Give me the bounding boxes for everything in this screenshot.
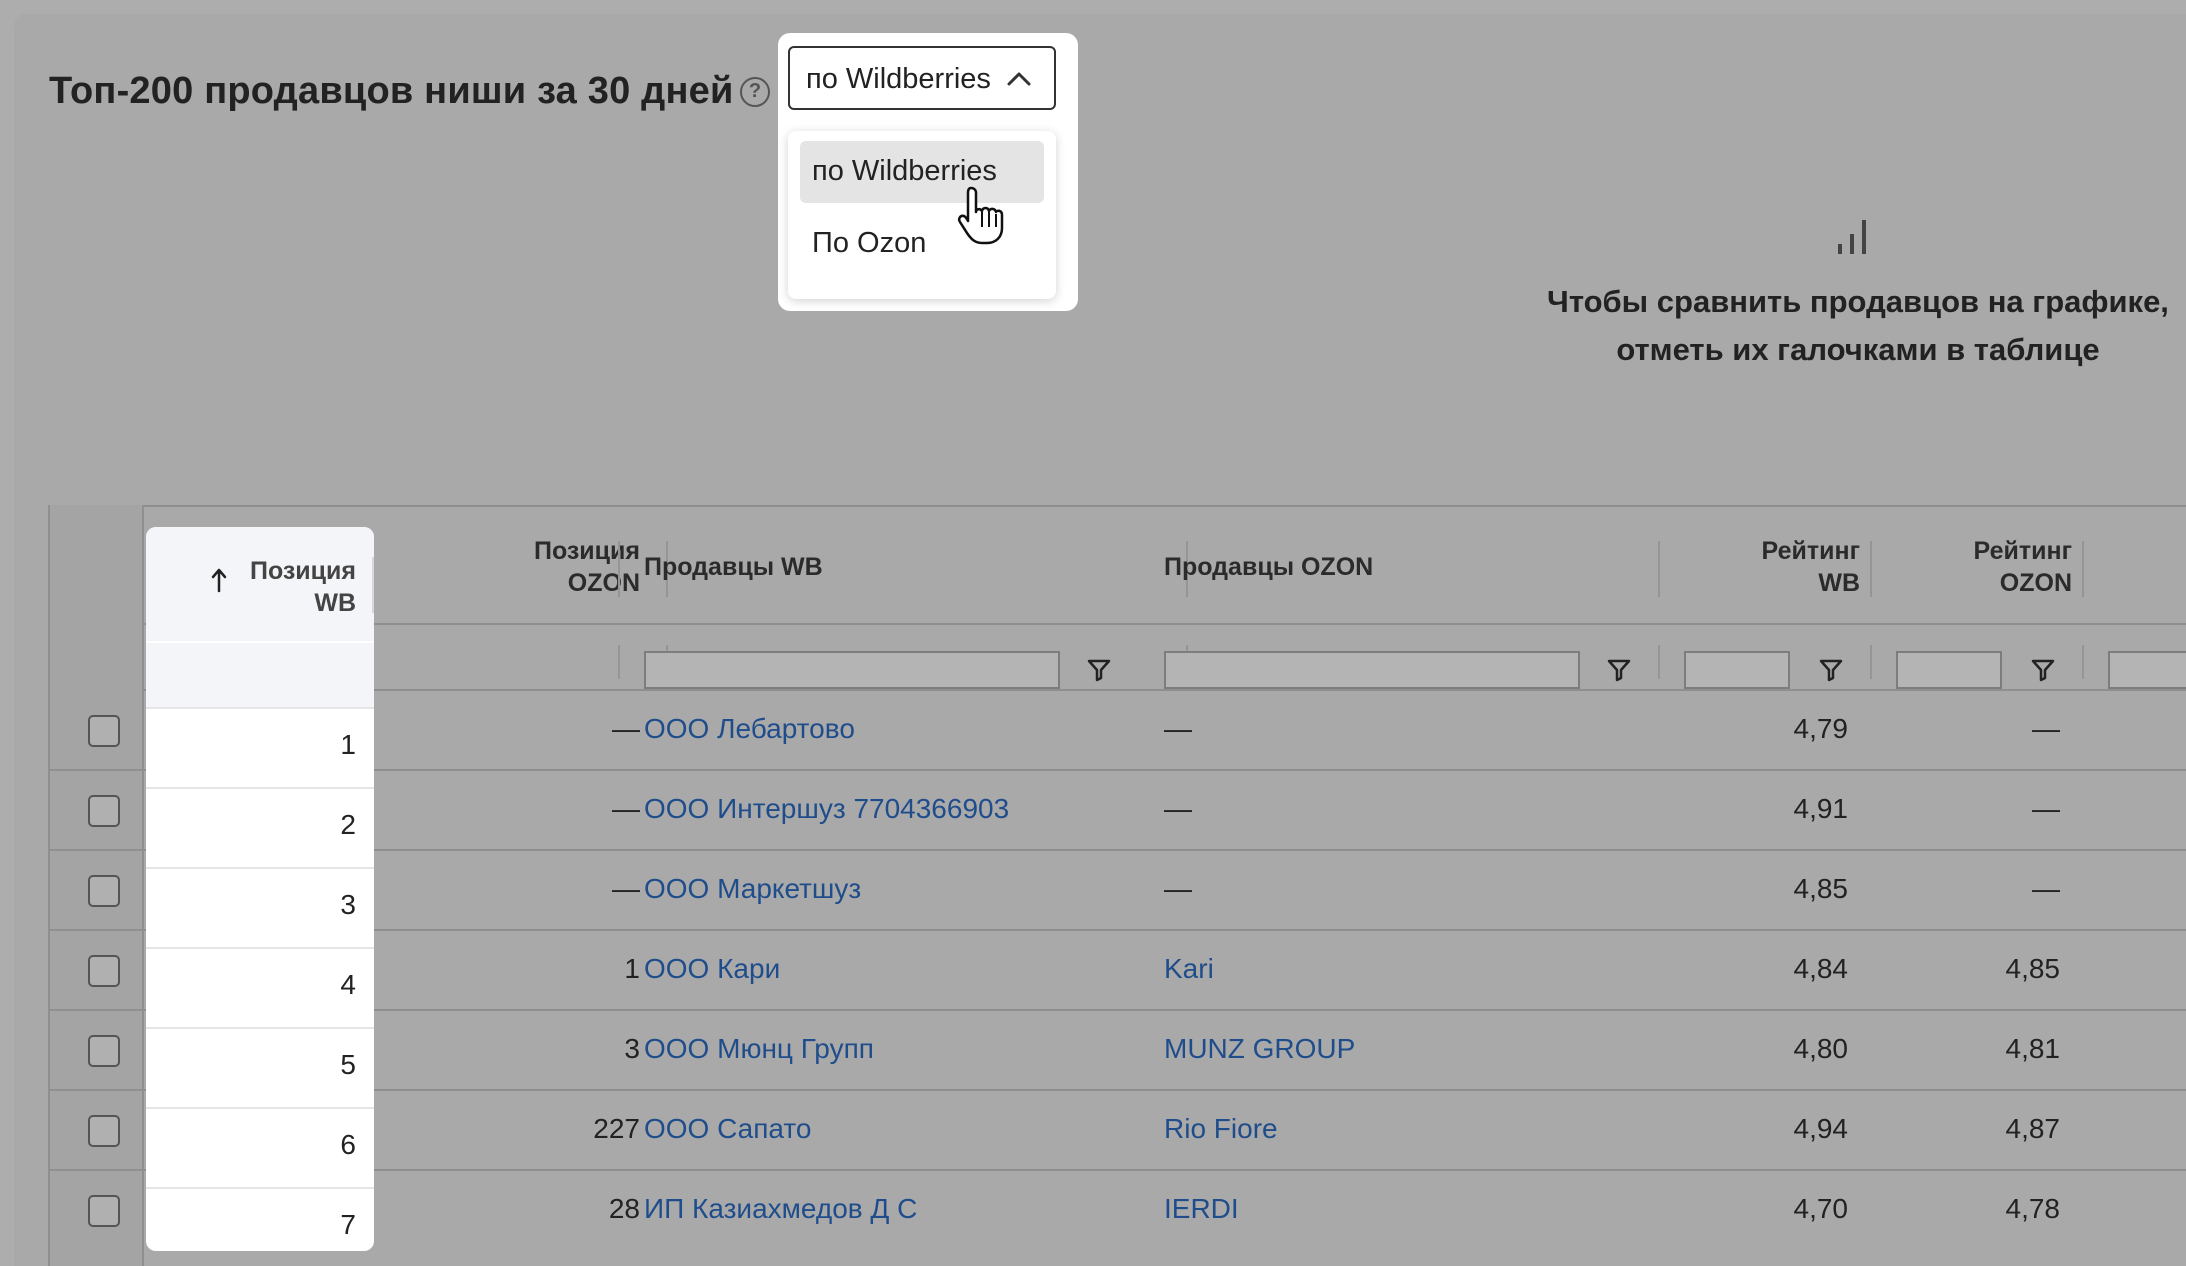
filter-input-sellers-ozon[interactable]	[1164, 651, 1580, 689]
row-checkbox[interactable]	[88, 1195, 120, 1227]
filter-input-sellers-wb[interactable]	[644, 651, 1060, 689]
arrow-up-icon[interactable]	[210, 567, 228, 593]
column-pos-wb-highlight: Позиция WB 1 2 3 4 5 6 7	[146, 527, 374, 1251]
col-pos-ozon[interactable]: Позиция OZON	[448, 535, 640, 599]
col-pos-wb-filter	[146, 643, 374, 707]
marketplace-select[interactable]: по Wildberries	[788, 46, 1056, 110]
row-checkbox[interactable]	[88, 715, 120, 747]
seller-wb-link[interactable]: ООО Сапато	[644, 1113, 811, 1145]
seller-wb-link[interactable]: ООО Кари	[644, 953, 780, 985]
row-checkbox[interactable]	[88, 1035, 120, 1067]
filter-input-next[interactable]	[2108, 651, 2186, 689]
question-circle-icon[interactable]: ?	[740, 77, 770, 107]
filter-funnel-icon[interactable]	[2030, 657, 2056, 683]
marketplace-select-value: по Wildberries	[806, 63, 991, 95]
col-rating-ozon[interactable]: Рейтинг OZON	[1910, 535, 2072, 599]
col-pos-wb[interactable]: Позиция WB	[146, 527, 374, 641]
chart-hint: Чтобы сравнить продавцов на графике, отм…	[1530, 278, 2186, 374]
row-checkbox[interactable]	[88, 1115, 120, 1147]
pos-wb-value: 7	[340, 1209, 356, 1240]
row-checkbox[interactable]	[88, 875, 120, 907]
pos-wb-value: 4	[340, 969, 356, 1000]
filter-funnel-icon[interactable]	[1606, 657, 1632, 683]
chart-hint-line-2: отметь их галочками в таблице	[1616, 332, 2100, 367]
filter-funnel-icon[interactable]	[1086, 657, 1112, 683]
filter-input-rating-ozon[interactable]	[1896, 651, 2002, 689]
page-title: Топ-200 продавцов ниши за 30 дней	[49, 70, 734, 112]
chevron-up-icon	[1007, 72, 1031, 86]
seller-ozon-link[interactable]: IERDI	[1164, 1193, 1239, 1225]
seller-wb-link[interactable]: ООО Интершуз 7704366903	[644, 793, 1009, 825]
hand-pointer-icon	[957, 186, 1004, 245]
chart-hint-line-1: Чтобы сравнить продавцов на графике,	[1547, 284, 2169, 319]
col-rating-wb[interactable]: Рейтинг WB	[1698, 535, 1860, 599]
seller-wb-link[interactable]: ООО Мюнц Групп	[644, 1033, 874, 1065]
seller-wb-link[interactable]: ООО Маркетшуз	[644, 873, 861, 905]
row-checkbox[interactable]	[88, 795, 120, 827]
pos-wb-value: 2	[340, 809, 356, 840]
bar-chart-icon	[1838, 220, 1866, 254]
pos-wb-value: 6	[340, 1129, 356, 1160]
row-checkbox[interactable]	[88, 955, 120, 987]
marketplace-dropdown: по Wildberries по Wildberries По Ozon	[778, 33, 1078, 311]
pos-wb-value: 1	[340, 729, 356, 760]
marketplace-options: по Wildberries По Ozon	[788, 131, 1056, 299]
filter-input-rating-wb[interactable]	[1684, 651, 1790, 689]
seller-wb-link[interactable]: ИП Казиахмедов Д С	[644, 1193, 917, 1225]
pos-wb-value: 5	[340, 1049, 356, 1080]
filter-funnel-icon[interactable]	[1818, 657, 1844, 683]
seller-ozon-link[interactable]: MUNZ GROUP	[1164, 1033, 1355, 1065]
pos-wb-value: 3	[340, 889, 356, 920]
seller-wb-link[interactable]: ООО Лебартово	[644, 713, 855, 745]
seller-ozon-link[interactable]: Rio Fiore	[1164, 1113, 1278, 1145]
col-sellers-wb[interactable]: Продавцы WB	[644, 551, 823, 583]
col-sellers-ozon[interactable]: Продавцы OZON	[1164, 551, 1373, 583]
seller-ozon-link[interactable]: Kari	[1164, 953, 1214, 985]
